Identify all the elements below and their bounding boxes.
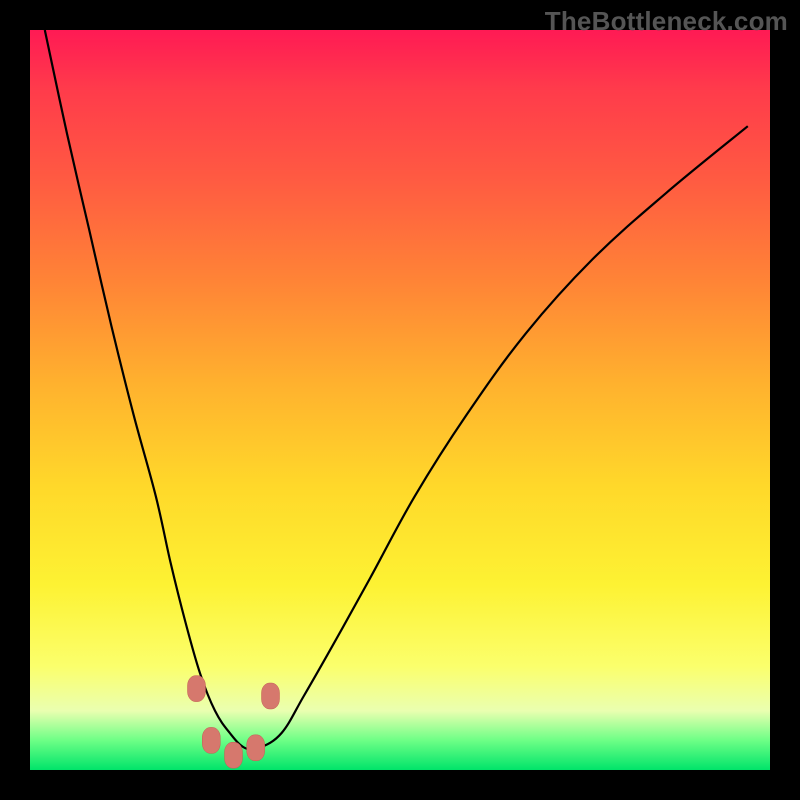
marker-group bbox=[188, 676, 280, 769]
watermark-text: TheBottleneck.com bbox=[545, 6, 788, 37]
curve-marker bbox=[247, 735, 265, 761]
curve-marker bbox=[188, 676, 206, 702]
curve-marker bbox=[225, 742, 243, 768]
curve-svg bbox=[30, 30, 770, 770]
plot-area bbox=[30, 30, 770, 770]
curve-marker bbox=[262, 683, 280, 709]
bottleneck-curve bbox=[45, 30, 748, 750]
curve-marker bbox=[202, 727, 220, 753]
chart-container: TheBottleneck.com bbox=[0, 0, 800, 800]
